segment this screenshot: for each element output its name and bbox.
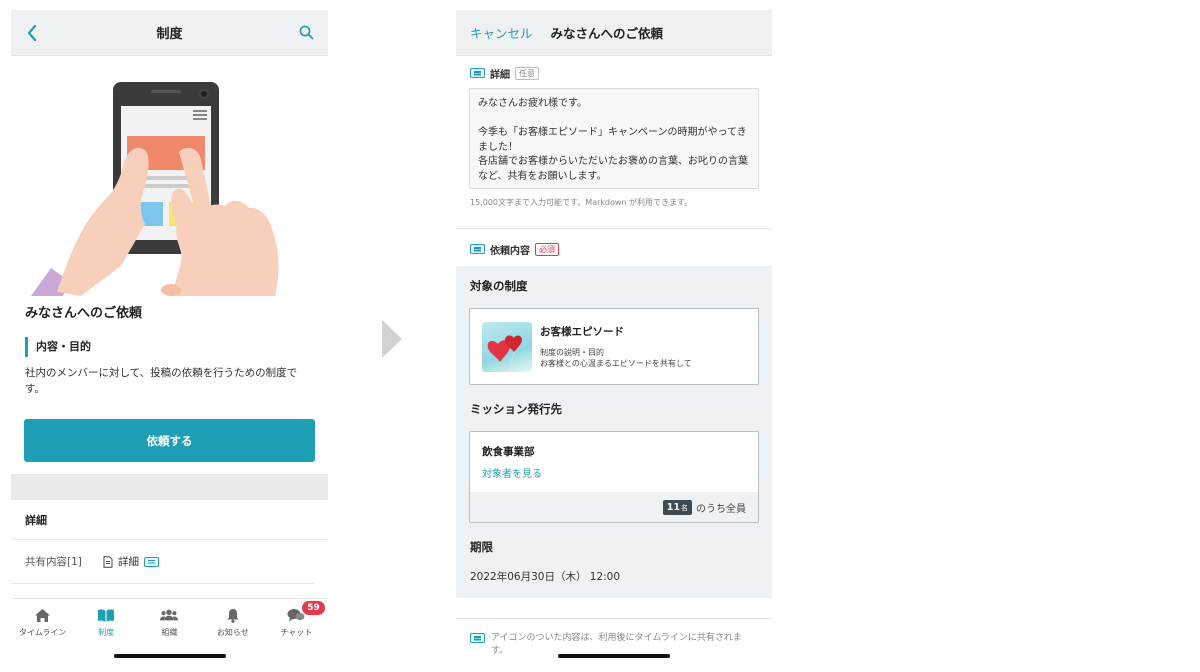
nav-title: 制度 (156, 27, 183, 42)
required-tag: 必須 (535, 242, 559, 256)
target-policy-heading: 対象の制度 (470, 279, 528, 293)
shared-doc: 詳細 (103, 554, 159, 569)
shared-content-row[interactable]: 共有内容[1] 詳細 (11, 540, 315, 584)
policy-info: お客様エピソード 制度の説明・目的 お客様との心温まるエピソードを共有して (540, 324, 692, 370)
see-members-link[interactable]: 対象者を見る (470, 459, 758, 480)
nav-title: みなさんへのご依頼 (550, 26, 664, 41)
policy-detail-screen: 制度 みなさんへのご依頼 内容・目的 社内のメンバーに対して、投稿の依頼を行うた… (11, 10, 328, 662)
request-field-label: 依頼内容 必須 (456, 240, 772, 258)
detail-header: 詳細 (11, 500, 328, 540)
request-form-screen: キャンセル みなさんへのご依頼 詳細 任意 みなさんお疲れ様です。 今季も「お客… (456, 10, 772, 662)
policy-desc: お客様との心温まるエピソードを共有して (540, 359, 692, 368)
timeline-share-icon (470, 68, 485, 78)
member-count-badge: 11名 (662, 499, 692, 515)
policy-thumbnail (482, 321, 532, 372)
document-icon (103, 555, 113, 568)
deadline-value[interactable]: 2022年06月30日（木） 12:00 (470, 569, 758, 584)
policy-card[interactable]: お客様エピソード 制度の説明・目的 お客様との心温まるエピソードを共有して (469, 308, 759, 385)
hero-illustration (11, 56, 328, 296)
flow-arrow-icon (382, 320, 402, 358)
purpose-text: 社内のメンバーに対して、投稿の依頼を行うための制度です。 (25, 367, 298, 395)
tab-label: チャット (280, 628, 313, 637)
request-button[interactable]: 依頼する (24, 419, 315, 462)
detail-label: 詳細 (490, 69, 510, 81)
input-hint: 15,000文字まで入力可能です。Markdown が利用できます。 (470, 198, 693, 207)
mission-heading: ミッション発行先 (470, 402, 562, 416)
bell-icon (224, 607, 242, 623)
timeline-share-icon (470, 244, 485, 254)
department-name: 飲食事業部 (482, 446, 535, 458)
tab-label: 組織 (161, 628, 178, 637)
shared-doc-label: 詳細 (118, 556, 139, 568)
member-count: 11 (666, 501, 680, 513)
tab-timeline[interactable]: タイムライン (12, 607, 74, 662)
request-content-panel: 対象の制度 お客様エピソード 制度の説明・目的 お客様との心温まるエピソードを共… (456, 266, 772, 598)
policy-title: お客様エピソード (540, 325, 624, 338)
unread-badge: 59 (302, 601, 325, 615)
optional-tag: 任意 (515, 66, 539, 80)
tab-label: お知らせ (216, 628, 249, 637)
deadline-heading: 期限 (470, 540, 493, 554)
nav-bar: 制度 (11, 10, 328, 56)
timeline-share-icon (144, 556, 159, 567)
home-indicator (114, 654, 226, 658)
page-title: みなさんへのご依頼 (25, 306, 143, 321)
tab-label: タイムライン (18, 628, 67, 637)
cancel-button[interactable]: キャンセル (470, 23, 533, 42)
back-icon[interactable] (23, 24, 41, 42)
tab-chat[interactable]: チャット 59 (265, 601, 327, 662)
purpose-label: 内容・目的 (25, 337, 314, 357)
detail-field-label: 詳細 任意 (456, 64, 772, 82)
home-indicator (558, 654, 670, 658)
search-icon[interactable] (298, 24, 316, 42)
tab-label: 制度 (98, 628, 115, 637)
home-icon (34, 607, 52, 623)
member-count-suffix: のうち全員 (696, 503, 746, 515)
nav-bar: キャンセル みなさんへのご依頼 (456, 10, 772, 56)
policy-desc-label: 制度の説明・目的 (540, 347, 604, 357)
timeline-share-icon (470, 633, 485, 643)
book-icon (97, 607, 115, 623)
section-divider (11, 474, 328, 500)
people-icon (160, 607, 179, 623)
shared-content-label: 共有内容[1] (25, 556, 82, 568)
member-count-row: 11名 のうち全員 (470, 492, 758, 522)
detail-textarea[interactable]: みなさんお疲れ様です。 今季も「お客様エピソード」キャンペーンの時期がやってきま… (469, 88, 759, 189)
mission-card: 飲食事業部 対象者を見る 11名 のうち全員 (469, 431, 759, 523)
request-label: 依頼内容 (490, 245, 530, 257)
tab-bar: タイムライン 制度 組織 お知らせ チャット 59 (11, 598, 328, 662)
member-count-unit: 名 (681, 503, 688, 512)
